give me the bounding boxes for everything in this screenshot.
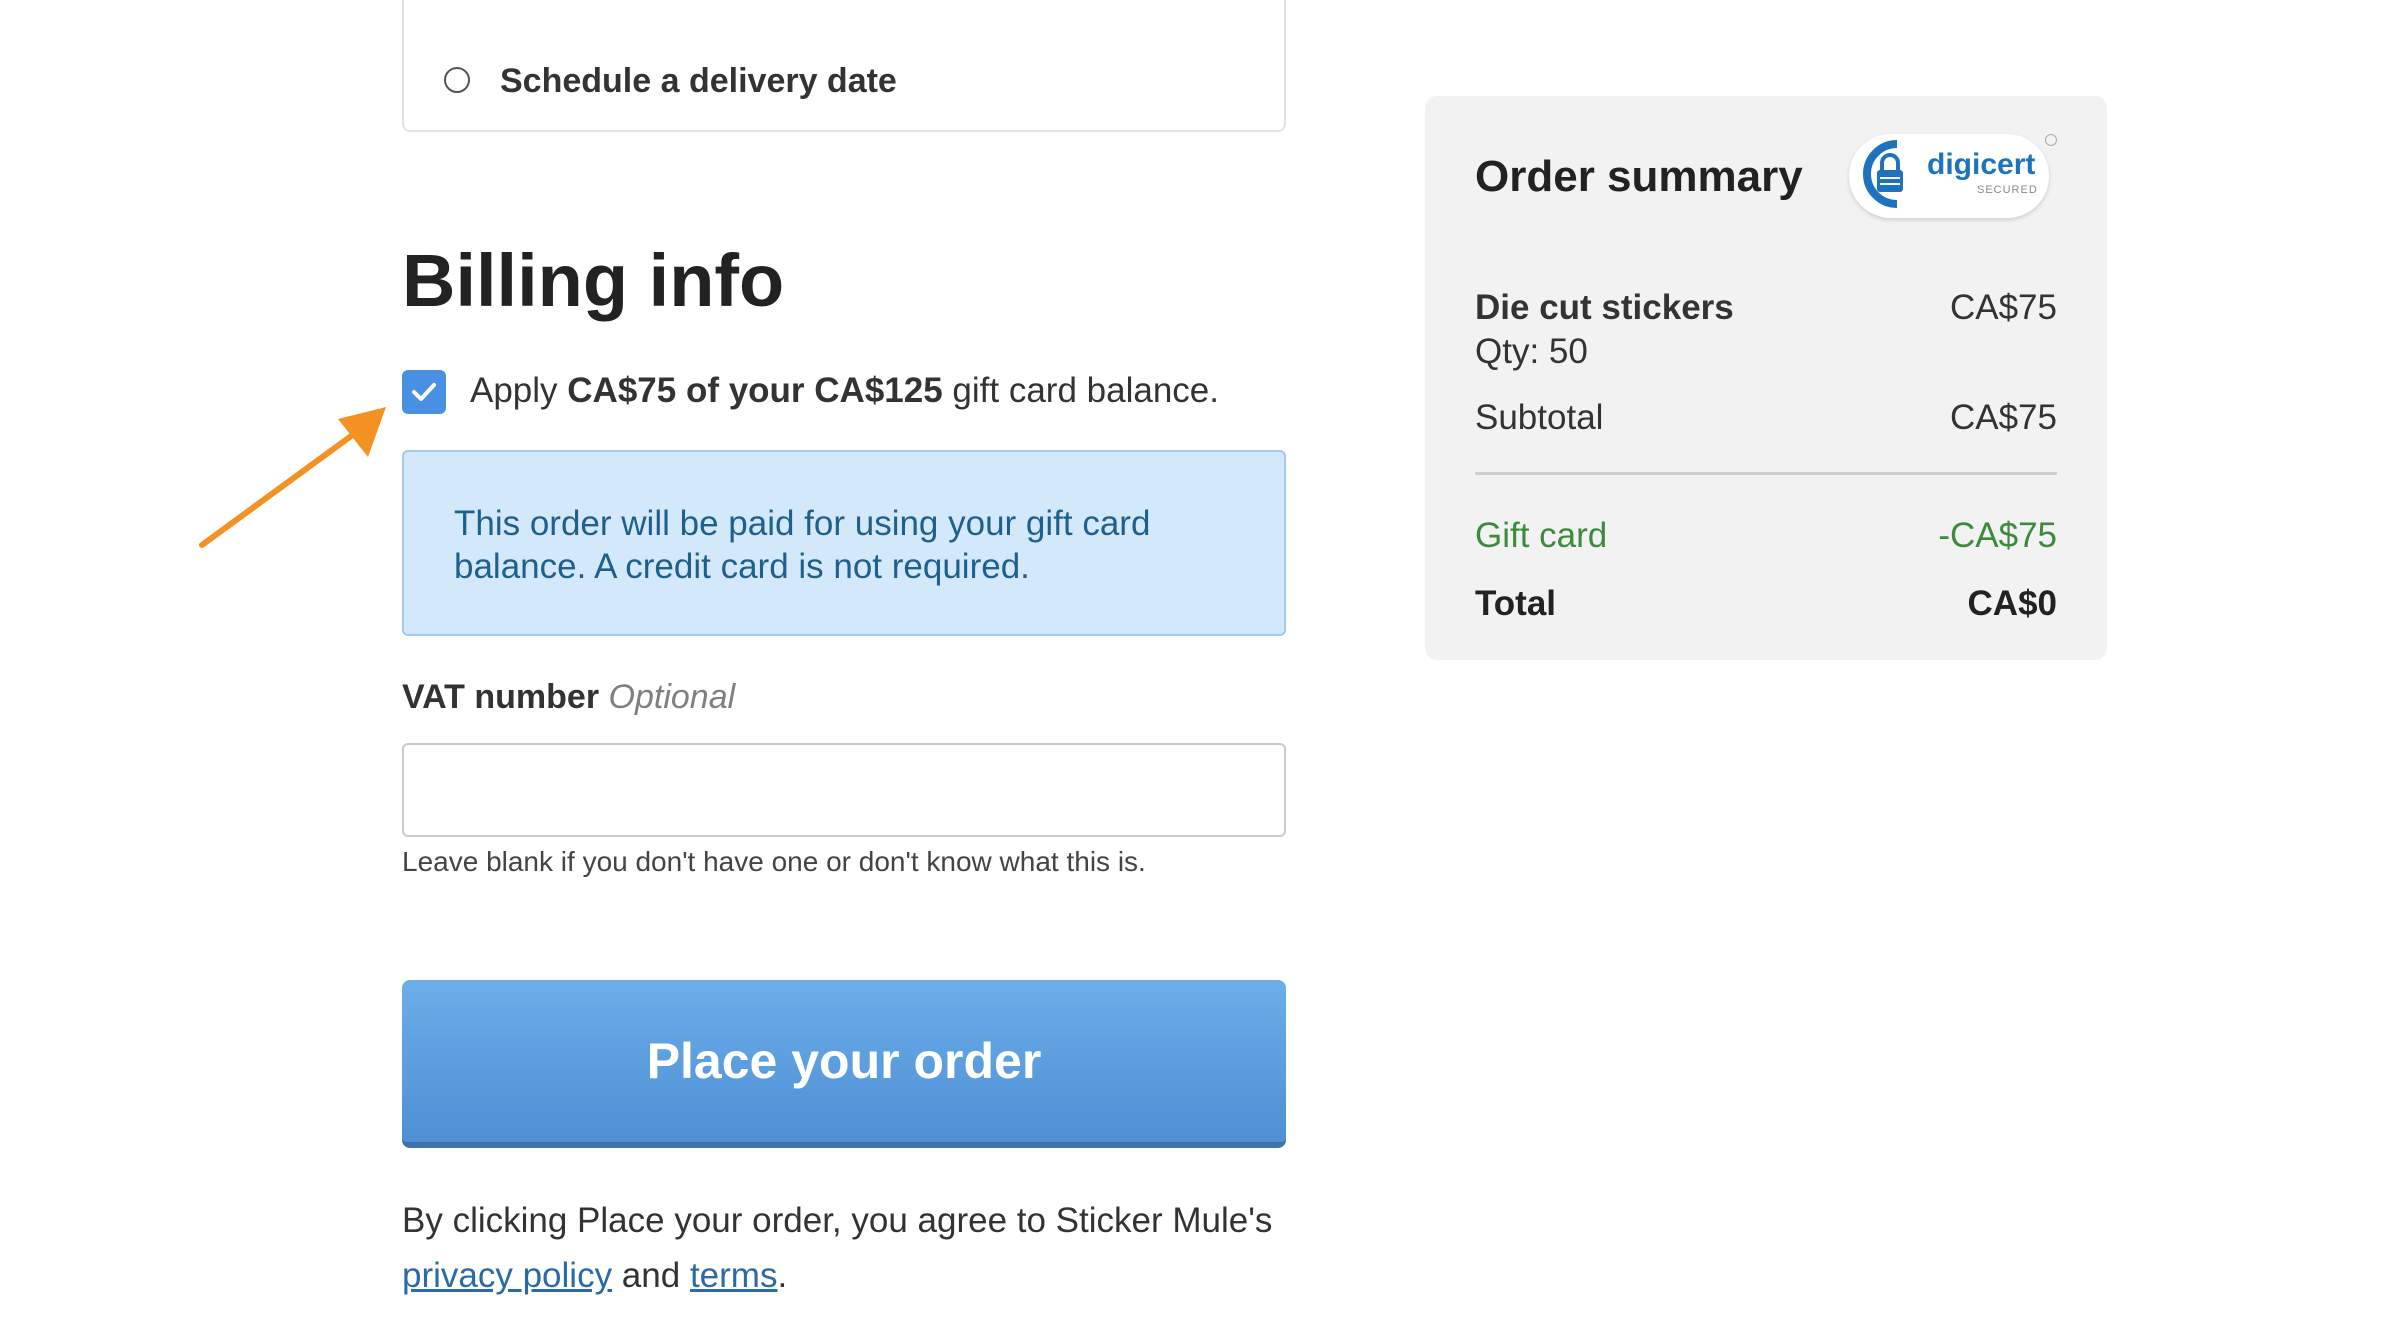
gift-card-row: Gift card -CA$75 (1475, 516, 2057, 556)
schedule-delivery-radio[interactable] (444, 67, 470, 93)
digicert-badge[interactable]: digicert SECURED (1849, 134, 2049, 218)
item-qty: Qty: 50 (1475, 332, 1588, 371)
gift-card-label[interactable]: Apply CA$75 of your CA$125 gift card bal… (470, 371, 1219, 411)
vat-number-label: VAT number Optional (402, 678, 735, 717)
subtotal-row: Subtotal CA$75 (1475, 398, 2057, 438)
agreement-text: By clicking Place your order, you agree … (402, 1193, 1302, 1303)
gift-card-notice-text: This order will be paid for using your g… (454, 504, 1151, 586)
privacy-policy-link[interactable]: privacy policy (402, 1256, 612, 1295)
billing-info-heading: Billing info (402, 239, 785, 322)
agreement-sentence: By clicking Place your order, you agree … (402, 1201, 1273, 1240)
gift-card-summary-label: Gift card (1475, 516, 1608, 555)
registered-mark-icon (2045, 134, 2057, 146)
gift-card-amount: CA$75 of your CA$125 (567, 371, 943, 410)
delivery-options-box: Schedule a delivery date (402, 0, 1286, 132)
total-label: Total (1475, 584, 1557, 623)
subtotal-value: CA$75 (1949, 398, 2057, 437)
order-summary-panel: Order summary digicert SECURED Die cut s… (1425, 96, 2107, 660)
vat-number-input[interactable] (402, 743, 1286, 837)
vat-number-label-text: VAT number (402, 678, 600, 716)
digicert-brand: digicert (1927, 148, 2036, 181)
total-row: Total CA$0 (1475, 584, 2057, 624)
vat-optional-label: Optional (608, 678, 736, 716)
checkmark-icon (412, 383, 436, 401)
schedule-delivery-label[interactable]: Schedule a delivery date (500, 62, 897, 101)
subtotal-label: Subtotal (1475, 398, 1604, 437)
gift-card-summary-value: -CA$75 (1938, 516, 2057, 555)
agreement-period: . (777, 1256, 788, 1295)
summary-divider (1475, 472, 2057, 475)
terms-link[interactable]: terms (690, 1256, 778, 1295)
item-qty-row: Qty: 50 (1475, 332, 2057, 372)
total-value: CA$0 (1967, 584, 2057, 623)
gift-card-notice: This order will be paid for using your g… (402, 450, 1286, 636)
item-price: CA$75 (1949, 288, 2057, 327)
digicert-secured: SECURED (1977, 184, 2038, 196)
orange-arrow-icon (199, 407, 386, 548)
place-order-button[interactable]: Place your order (402, 980, 1286, 1148)
gift-card-prefix: Apply (470, 371, 568, 410)
order-item-row: Die cut stickers CA$75 (1475, 288, 2057, 328)
lock-icon (1863, 140, 1903, 208)
agreement-and: and (612, 1256, 690, 1295)
order-summary-title: Order summary (1475, 152, 1803, 201)
vat-help-text: Leave blank if you don't have one or don… (402, 846, 1146, 877)
gift-card-checkbox[interactable] (402, 370, 446, 414)
item-name: Die cut stickers (1475, 288, 1734, 327)
gift-card-suffix: gift card balance. (942, 371, 1219, 410)
